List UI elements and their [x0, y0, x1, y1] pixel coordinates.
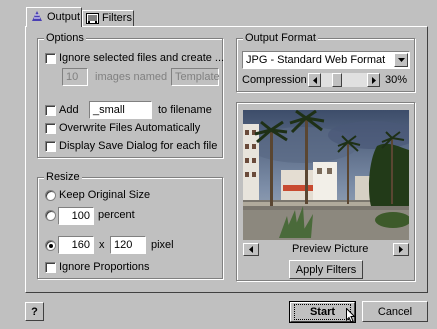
- ignore-selected-label: Ignore selected files and create ...: [59, 52, 225, 64]
- output-format-title: Output Format: [243, 32, 318, 45]
- resize-group: Resize Keep Original Size 100 percent 16…: [37, 171, 223, 279]
- compression-slider[interactable]: [308, 73, 380, 87]
- ignore-selected-checkbox[interactable]: [45, 53, 56, 64]
- mouse-cursor-icon: [346, 308, 356, 323]
- compression-track[interactable]: [321, 73, 367, 87]
- options-group: Options Ignore selected files and create…: [37, 32, 225, 158]
- ignore-proportions-label: Ignore Proportions: [59, 261, 150, 273]
- add-checkbox[interactable]: [45, 105, 56, 116]
- overwrite-label: Overwrite Files Automatically: [59, 122, 201, 134]
- display-save-checkbox[interactable]: [45, 141, 56, 152]
- arrow-left-icon: [312, 76, 317, 84]
- format-dropdown-button[interactable]: [394, 53, 408, 67]
- compression-label: Compression: [242, 74, 307, 86]
- pixel-width-input[interactable]: 160: [58, 236, 94, 254]
- dialog-window: Output Filters Options Ignore selected f…: [0, 0, 437, 329]
- preview-photo: [243, 110, 409, 240]
- tab-filters[interactable]: Filters: [82, 10, 134, 27]
- tab-filters-label: Filters: [102, 12, 132, 24]
- chevron-down-icon: [397, 58, 405, 62]
- tab-output[interactable]: Output: [26, 7, 82, 27]
- arrow-right-icon: [371, 76, 376, 84]
- arrow-left-icon: [249, 246, 253, 253]
- keep-original-label: Keep Original Size: [59, 189, 151, 201]
- cancel-button[interactable]: Cancel: [362, 301, 428, 322]
- percent-input[interactable]: 100: [58, 207, 94, 225]
- compression-thumb[interactable]: [332, 73, 342, 87]
- percent-label: percent: [98, 209, 135, 221]
- preview-group: Preview Picture Apply Filters: [236, 102, 415, 281]
- preview-prev-button[interactable]: [243, 243, 259, 256]
- times-label: x: [99, 239, 105, 251]
- tab-output-label: Output: [47, 11, 81, 23]
- format-select-value: JPG - Standard Web Format: [246, 54, 386, 66]
- pixel-height-input[interactable]: 120: [110, 236, 146, 254]
- pixel-label: pixel: [151, 239, 174, 251]
- overwrite-checkbox[interactable]: [45, 123, 56, 134]
- pixel-radio[interactable]: [45, 240, 56, 251]
- keep-original-radio[interactable]: [45, 190, 56, 201]
- start-button[interactable]: Start: [289, 301, 356, 323]
- images-named-label: images named: [95, 71, 168, 83]
- display-save-label: Display Save Dialog for each file: [59, 140, 218, 152]
- compression-increase-button[interactable]: [367, 73, 380, 87]
- output-icon: [31, 11, 43, 22]
- output-format-group: Output Format JPG - Standard Web Format …: [236, 32, 415, 92]
- arrow-right-icon: [399, 246, 403, 253]
- images-count-field: 10: [62, 68, 88, 86]
- preview-next-button[interactable]: [393, 243, 409, 256]
- add-label: Add: [59, 104, 79, 116]
- ignore-proportions-checkbox[interactable]: [45, 262, 56, 273]
- start-button-label: Start: [293, 304, 352, 320]
- apply-filters-button[interactable]: Apply Filters: [289, 260, 363, 279]
- to-filename-label: to filename: [158, 104, 212, 116]
- add-suffix-input[interactable]: _small: [89, 101, 152, 119]
- filters-icon: [86, 13, 99, 24]
- compression-value: 30%: [385, 74, 408, 86]
- format-select[interactable]: JPG - Standard Web Format: [242, 51, 410, 69]
- percent-radio[interactable]: [45, 210, 56, 221]
- compression-decrease-button[interactable]: [308, 73, 321, 87]
- preview-image: [243, 110, 409, 240]
- help-button[interactable]: ?: [25, 302, 44, 321]
- template-field: Template: [171, 68, 220, 86]
- preview-picture-label: Preview Picture: [292, 243, 369, 255]
- resize-title: Resize: [44, 171, 82, 184]
- options-title: Options: [44, 32, 86, 45]
